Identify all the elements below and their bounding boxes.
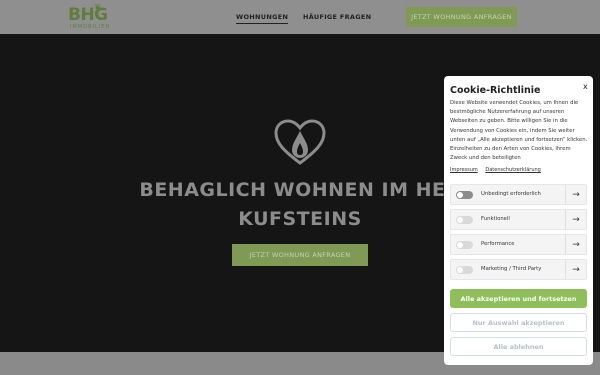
cookie-links: Impressum Datenschutzerklärung <box>450 167 547 173</box>
cookie-category-functional[interactable]: Funktionell → <box>450 209 587 230</box>
toggle-performance[interactable] <box>456 241 473 249</box>
category-label: Funktionell <box>481 216 510 222</box>
hero-title-line-2: KUFSTEINS <box>238 208 362 230</box>
nav-item-faq[interactable]: HÄUFIGE FRAGEN <box>303 13 371 21</box>
impressum-link[interactable]: Impressum <box>450 167 478 173</box>
cookie-category-necessary[interactable]: Unbedingt erforderlich → <box>450 184 587 205</box>
accept-selection-button[interactable]: Nur Auswahl akzeptieren <box>450 313 587 332</box>
privacy-policy-link[interactable]: Datenschutzerklärung <box>485 167 540 173</box>
category-label: Performance <box>481 241 515 247</box>
logo-subtitle: IMMOBILIEN <box>70 24 111 30</box>
accept-all-button[interactable]: Alle akzeptieren und fortsetzen <box>450 289 587 308</box>
arrow-right-icon[interactable]: → <box>565 260 586 279</box>
cookie-category-marketing[interactable]: Marketing / Third Party → <box>450 259 587 280</box>
toggle-necessary[interactable] <box>456 191 473 199</box>
cookie-description: Diese Website verwendet Cookies, um Ihne… <box>450 100 588 162</box>
heart-flame-icon <box>274 119 326 165</box>
cookie-title: Cookie-Richtlinie <box>450 85 541 96</box>
toggle-marketing[interactable] <box>456 266 473 274</box>
toggle-functional[interactable] <box>456 216 473 224</box>
hero-title: BEHAGLICH WOHNEN IM HER KUFSTEINS <box>100 176 500 234</box>
nav-item-wohnungen[interactable]: WOHNUNGEN <box>236 13 289 24</box>
close-icon[interactable]: x <box>583 82 588 91</box>
cookie-dialog: Cookie-Richtlinie x Diese Website verwen… <box>444 76 593 365</box>
hero-title-line-1: BEHAGLICH WOHNEN IM HER <box>139 179 461 201</box>
category-label: Unbedingt erforderlich <box>481 191 541 197</box>
arrow-right-icon[interactable]: → <box>565 185 586 204</box>
logo-text: BHG <box>68 5 108 25</box>
arrow-right-icon[interactable]: → <box>565 210 586 229</box>
logo[interactable]: BHG ❦ IMMOBILIEN <box>68 3 112 32</box>
category-label: Marketing / Third Party <box>481 266 542 272</box>
cookie-category-performance[interactable]: Performance → <box>450 234 587 255</box>
header-request-button[interactable]: JETZT WOHNUNG ANFRAGEN <box>406 7 517 27</box>
reject-all-button[interactable]: Alle ablehnen <box>450 337 587 356</box>
hero-request-button[interactable]: JETZT WOHNUNG ANFRAGEN <box>232 244 368 266</box>
site-header: BHG ❦ IMMOBILIEN WOHNUNGEN HÄUFIGE FRAGE… <box>0 0 600 34</box>
leaf-icon: ❦ <box>94 3 102 13</box>
arrow-right-icon[interactable]: → <box>565 235 586 254</box>
